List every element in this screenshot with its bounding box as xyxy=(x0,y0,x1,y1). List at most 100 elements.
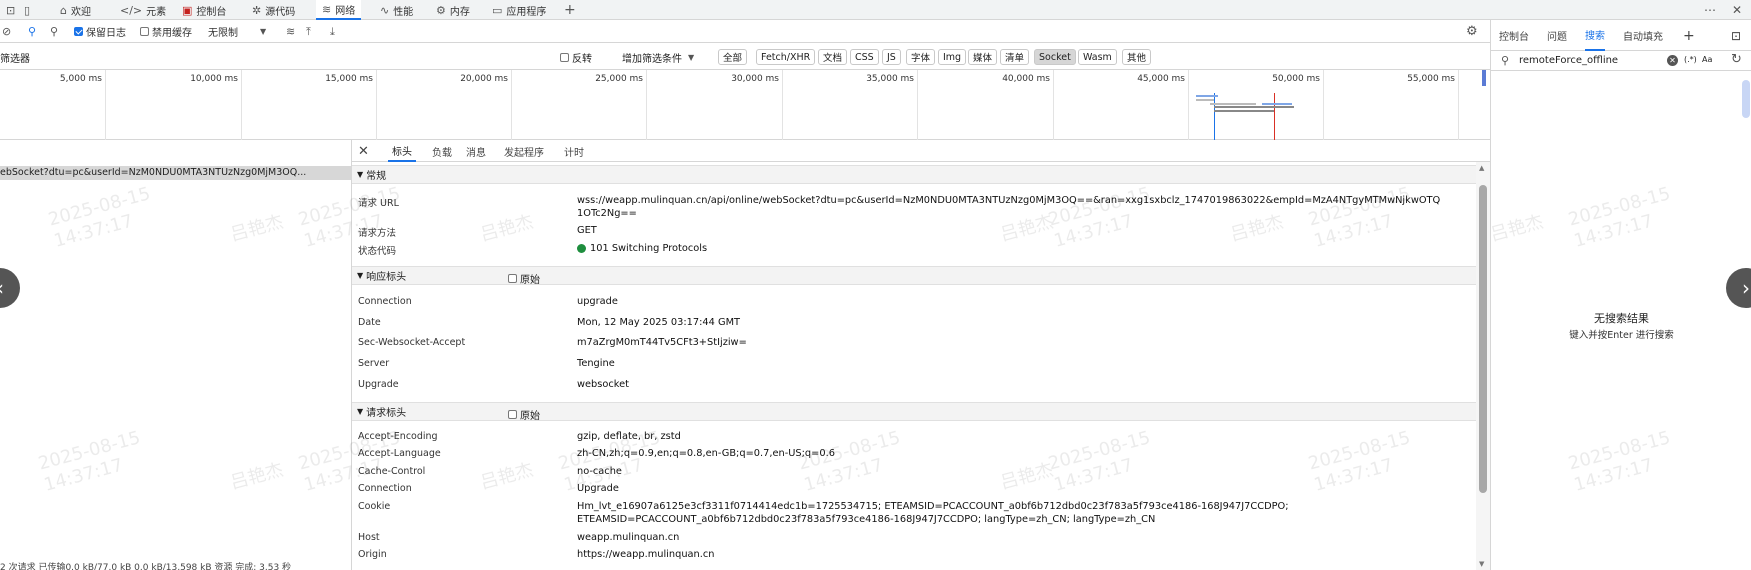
header-key: Connection xyxy=(358,296,412,307)
filter-chip-all[interactable]: 全部 xyxy=(718,49,748,65)
chevron-down-icon: ▼ xyxy=(260,27,267,36)
console-icon: ▣ xyxy=(182,3,193,17)
dock-icon[interactable]: ⊡ xyxy=(1731,20,1741,51)
code-icon: </> xyxy=(120,3,143,17)
timeline-tick-label: 35,000 ms xyxy=(866,74,914,84)
filter-chip-js[interactable]: JS xyxy=(882,49,901,65)
raw-check-icon xyxy=(508,410,517,419)
regex-toggle[interactable]: (.*) xyxy=(1684,55,1697,64)
network-conditions-icon[interactable]: ≋ xyxy=(286,20,295,43)
tab-elements[interactable]: </> 元素 xyxy=(114,0,172,20)
tab-application[interactable]: ▭ 应用程序 xyxy=(486,0,552,20)
detail-tabs: ✕ 标头 负载 消息 发起程序 计时 xyxy=(352,140,1490,162)
drawer-tab-console[interactable]: 控制台 xyxy=(1499,20,1529,51)
cookie-value-cont: ETEAMSID=PCACCOUNT_a0bf6b712dbd0c23f783a… xyxy=(577,514,1156,525)
disable-cache-checkbox[interactable]: 禁用缓存 xyxy=(140,20,192,43)
tab-headers[interactable]: 标头 xyxy=(388,140,416,162)
drawer-tab-issues[interactable]: 问题 xyxy=(1547,20,1567,51)
more-options-icon[interactable]: ⋯ xyxy=(1704,0,1716,20)
status-bar: 2 次请求 已传输0.0 kB/77.0 kB 0.0 kB/13,598 kB… xyxy=(0,563,292,570)
tab-sources[interactable]: ✲ 源代码 xyxy=(246,0,301,20)
throttle-select[interactable]: 无限制 ▼ xyxy=(208,20,266,43)
scroll-up-icon[interactable]: ▲ xyxy=(1479,164,1484,172)
network-timeline-overview[interactable]: 5,000 ms 10,000 ms 15,000 ms 20,000 ms 2… xyxy=(0,70,1490,140)
clear-search-icon[interactable]: ✕ xyxy=(1667,55,1678,66)
filter-chip-img[interactable]: Img xyxy=(938,49,967,65)
device-toggle-icon[interactable]: ▯ xyxy=(24,0,30,20)
header-key: Upgrade xyxy=(358,379,399,390)
filter-input[interactable]: 筛选器 xyxy=(0,50,30,65)
section-response-headers-header[interactable]: ▼ 响应标头 原始 xyxy=(352,266,1476,286)
filter-chip-font[interactable]: 字体 xyxy=(906,49,936,65)
filter-chip-media[interactable]: 媒体 xyxy=(968,49,998,65)
load-marker xyxy=(1274,93,1275,140)
tab-payload[interactable]: 负载 xyxy=(428,140,456,162)
network-toolbar: ⊘ ⚲ ⚲ 保留日志 禁用缓存 无限制 ▼ ≋ ⤒ ⤓ ⚙ xyxy=(0,20,1490,43)
header-key: 状态代码 xyxy=(358,246,397,257)
timeline-tick-label: 55,000 ms xyxy=(1407,74,1455,84)
add-drawer-tab-icon[interactable]: + xyxy=(1683,20,1695,51)
tab-initiator[interactable]: 发起程序 xyxy=(500,140,548,162)
filter-toggle-icon[interactable]: ⚲ xyxy=(28,20,36,43)
tab-performance[interactable]: ∿ 性能 xyxy=(374,0,419,20)
no-results-text: 无搜索结果 xyxy=(1594,312,1649,325)
add-tab-icon[interactable]: + xyxy=(564,0,576,20)
invert-checkbox[interactable]: 反转 xyxy=(560,50,592,65)
tab-network[interactable]: ≋ 网络 xyxy=(316,0,362,20)
request-raw-checkbox[interactable]: 原始 xyxy=(508,407,540,422)
dom-content-loaded-marker xyxy=(1214,93,1215,140)
filter-chip-fetch-xhr[interactable]: Fetch/XHR xyxy=(756,49,816,65)
search-icon[interactable]: ⚲ xyxy=(50,20,58,43)
import-har-icon[interactable]: ⤒ xyxy=(306,20,311,43)
section-general-header[interactable]: ▼ 常规 xyxy=(352,165,1476,184)
network-settings-icon[interactable]: ⚙ xyxy=(1466,20,1478,43)
sidebar-scrollbar[interactable] xyxy=(1742,80,1750,118)
filter-chip-socket[interactable]: Socket xyxy=(1034,49,1076,65)
header-key: Sec-Websocket-Accept xyxy=(358,337,466,348)
response-raw-checkbox[interactable]: 原始 xyxy=(508,271,540,286)
filter-chip-css[interactable]: CSS xyxy=(850,49,879,65)
filter-chip-manifest[interactable]: 清单 xyxy=(1000,49,1030,65)
drawer-tab-search[interactable]: 搜索 xyxy=(1585,20,1605,51)
header-value: Upgrade xyxy=(577,483,619,494)
match-case-toggle[interactable]: Aa xyxy=(1702,55,1712,64)
export-har-icon[interactable]: ⤓ xyxy=(330,20,335,43)
header-key: 请求 URL xyxy=(358,198,399,209)
filter-chip-wasm[interactable]: Wasm xyxy=(1078,49,1117,65)
header-value: gzip, deflate, br, zstd xyxy=(577,431,681,442)
close-detail-icon[interactable]: ✕ xyxy=(358,140,369,162)
drawer-tab-autofill[interactable]: 自动填充 xyxy=(1623,20,1663,51)
search-input[interactable]: remoteForce_offline xyxy=(1519,55,1618,66)
header-key: Accept-Encoding xyxy=(358,431,438,442)
filter-chip-other[interactable]: 其他 xyxy=(1122,49,1152,65)
tab-messages[interactable]: 消息 xyxy=(462,140,490,162)
search-drawer: 控制台 问题 搜索 自动填充 + ⊡ ⚲ remoteForce_offline… xyxy=(1490,20,1751,570)
filter-chip-doc[interactable]: 文档 xyxy=(818,49,848,65)
detail-scrollbar[interactable]: ▲ ▼ xyxy=(1476,162,1490,570)
performance-icon: ∿ xyxy=(380,3,390,17)
scroll-down-icon[interactable]: ▼ xyxy=(1479,560,1484,568)
clear-icon[interactable]: ⊘ xyxy=(2,20,11,43)
timeline-tick-label: 40,000 ms xyxy=(1002,74,1050,84)
request-list: ebSocket?dtu=pc&userId=NzM0NDU0MTA3NTUzN… xyxy=(0,140,352,570)
cookie-value: Hm_lvt_e16907a6125e3cf3311f0714414edc1b=… xyxy=(577,501,1289,512)
request-row-selected[interactable]: ebSocket?dtu=pc&userId=NzM0NDU0MTA3NTUzN… xyxy=(0,166,352,180)
tab-timing[interactable]: 计时 xyxy=(560,140,588,162)
preserve-log-checkbox[interactable]: 保留日志 xyxy=(74,20,126,43)
more-filters-dropdown[interactable]: 增加筛选条件 ▼ xyxy=(622,50,694,65)
section-request-headers-header[interactable]: ▼ 请求标头 原始 xyxy=(352,402,1476,422)
refresh-icon[interactable]: ↻ xyxy=(1731,52,1742,67)
timeline-handle[interactable] xyxy=(1482,70,1486,86)
tab-console[interactable]: ▣ 控制台 xyxy=(176,0,232,20)
header-value: no-cache xyxy=(577,466,622,477)
waterfall-bar xyxy=(1196,95,1218,97)
header-key: Connection xyxy=(358,483,412,494)
status-code-value: 101 Switching Protocols xyxy=(577,243,707,254)
scrollbar-thumb[interactable] xyxy=(1479,185,1487,493)
close-devtools-icon[interactable]: ✕ xyxy=(1732,0,1742,20)
tab-memory[interactable]: ⚙ 内存 xyxy=(430,0,476,20)
tab-welcome[interactable]: ⌂ 欢迎 xyxy=(54,0,97,20)
devtools-tab-bar: ⊡ ▯ ⌂ 欢迎 </> 元素 ▣ 控制台 ✲ 源代码 ≋ 网络 ∿ 性能 ⚙ 内存 ▭ 应用程… xyxy=(0,0,1751,20)
inspect-icon[interactable]: ⊡ xyxy=(6,0,15,20)
request-detail-pane: ✕ 标头 负载 消息 发起程序 计时 ▼ 常规 请求 URL wss://weap… xyxy=(352,140,1490,570)
